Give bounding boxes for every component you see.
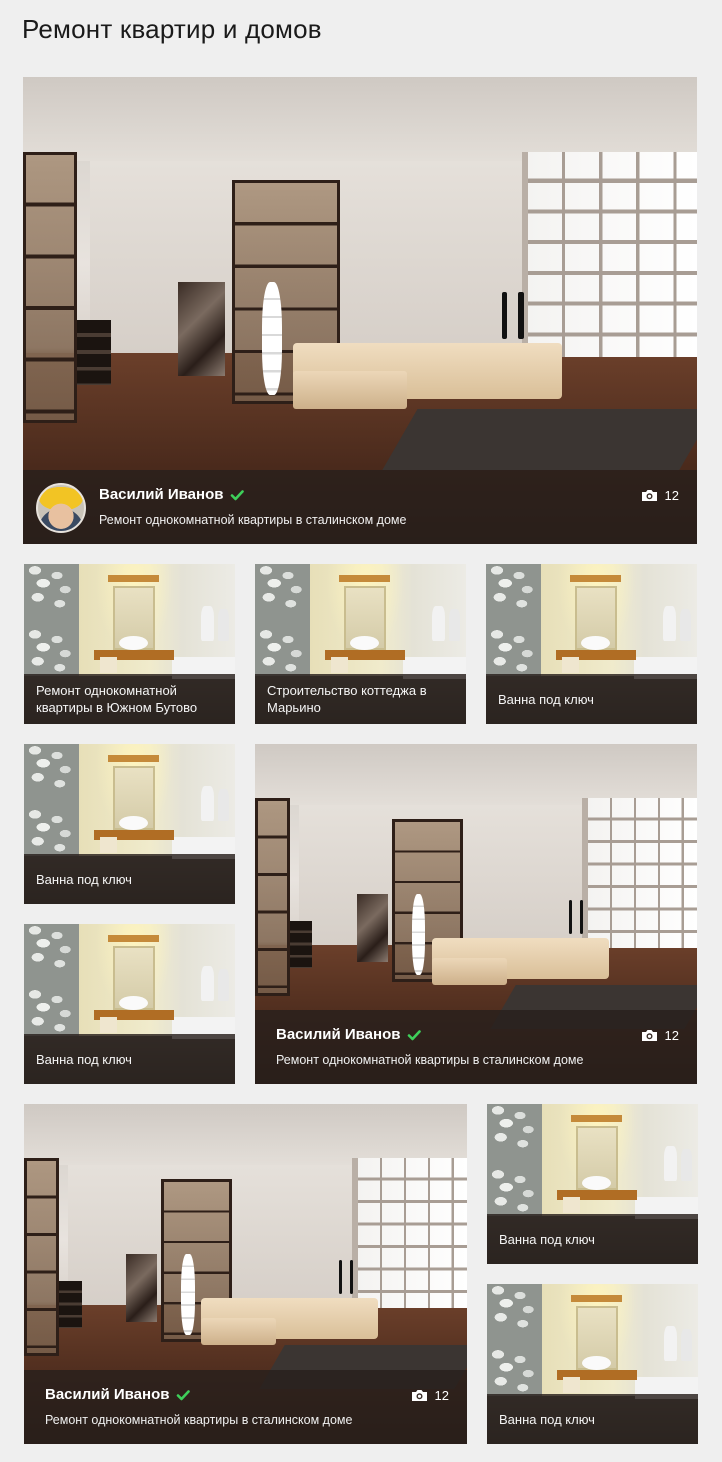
project-card[interactable]: Ремонт однокомнатной квартиры в Южном Бу… (24, 564, 235, 724)
project-description: Ремонт однокомнатной квартиры в сталинск… (276, 1053, 584, 1067)
project-card[interactable]: Ванна под ключ (24, 744, 235, 904)
project-card[interactable]: Ванна под ключ (24, 924, 235, 1084)
project-caption: Ванна под ключ (499, 1411, 595, 1427)
card-caption-overlay: Ванна под ключ (487, 1394, 698, 1444)
check-icon (407, 1028, 422, 1042)
card-caption-overlay: Ванна под ключ (24, 854, 235, 904)
author-name[interactable]: Василий Иванов (99, 486, 223, 503)
project-caption: Ванна под ключ (498, 691, 594, 707)
project-card[interactable]: Ванна под ключ (487, 1284, 698, 1444)
project-caption: Ванна под ключ (499, 1231, 595, 1247)
card-caption-overlay: Василий Иванов Ремонт однокомнатной кварт… (23, 470, 697, 544)
card-caption-overlay: Строительство коттеджа в Марьино (255, 674, 466, 724)
author-name[interactable]: Василий Иванов (45, 1386, 169, 1403)
card-caption-overlay: Василий Иванов Ремонт однокомнатной кварт… (255, 1010, 697, 1084)
author-row: Василий Иванов (99, 486, 245, 503)
photo-count: 12 (411, 1388, 449, 1403)
project-caption: Ванна под ключ (36, 1051, 132, 1067)
camera-icon (641, 1029, 658, 1042)
project-caption: Ремонт однокомнатной квартиры в Южном Бу… (36, 683, 198, 715)
photo-count-value: 12 (664, 1028, 679, 1043)
card-caption-overlay: Ванна под ключ (487, 1214, 698, 1264)
card-caption-overlay: Ремонт однокомнатной квартиры в Южном Бу… (24, 674, 235, 724)
card-caption-overlay: Василий Иванов Ремонт однокомнатной кварт… (24, 1370, 467, 1444)
photo-count: 12 (641, 1028, 679, 1043)
camera-icon (411, 1389, 428, 1402)
project-card-large[interactable]: Василий Иванов Ремонт однокомнатной кварт… (255, 744, 697, 1084)
project-description: Ремонт однокомнатной квартиры в сталинск… (99, 513, 407, 527)
card-caption-overlay: Ванна под ключ (24, 1034, 235, 1084)
photo-count-value: 12 (434, 1388, 449, 1403)
project-card[interactable]: Строительство коттеджа в Марьино (255, 564, 466, 724)
card-caption-overlay: Ванна под ключ (486, 674, 697, 724)
page-title: Ремонт квартир и домов (22, 14, 322, 44)
photo-count: 12 (641, 488, 679, 503)
project-card-large[interactable]: Василий Иванов Ремонт однокомнатной кварт… (24, 1104, 467, 1444)
check-icon (230, 488, 245, 502)
author-row: Василий Иванов (276, 1026, 422, 1043)
project-card-large[interactable]: Василий Иванов Ремонт однокомнатной кварт… (23, 77, 697, 544)
check-icon (176, 1388, 191, 1402)
project-card[interactable]: Ванна под ключ (487, 1104, 698, 1264)
author-row: Василий Иванов (45, 1386, 191, 1403)
project-caption: Строительство коттеджа в Марьино (267, 683, 427, 715)
project-description: Ремонт однокомнатной квартиры в сталинск… (45, 1413, 353, 1427)
camera-icon (641, 489, 658, 502)
author-name[interactable]: Василий Иванов (276, 1026, 400, 1043)
project-card[interactable]: Ванна под ключ (486, 564, 697, 724)
project-caption: Ванна под ключ (36, 871, 132, 887)
avatar[interactable] (36, 483, 86, 533)
photo-count-value: 12 (664, 488, 679, 503)
